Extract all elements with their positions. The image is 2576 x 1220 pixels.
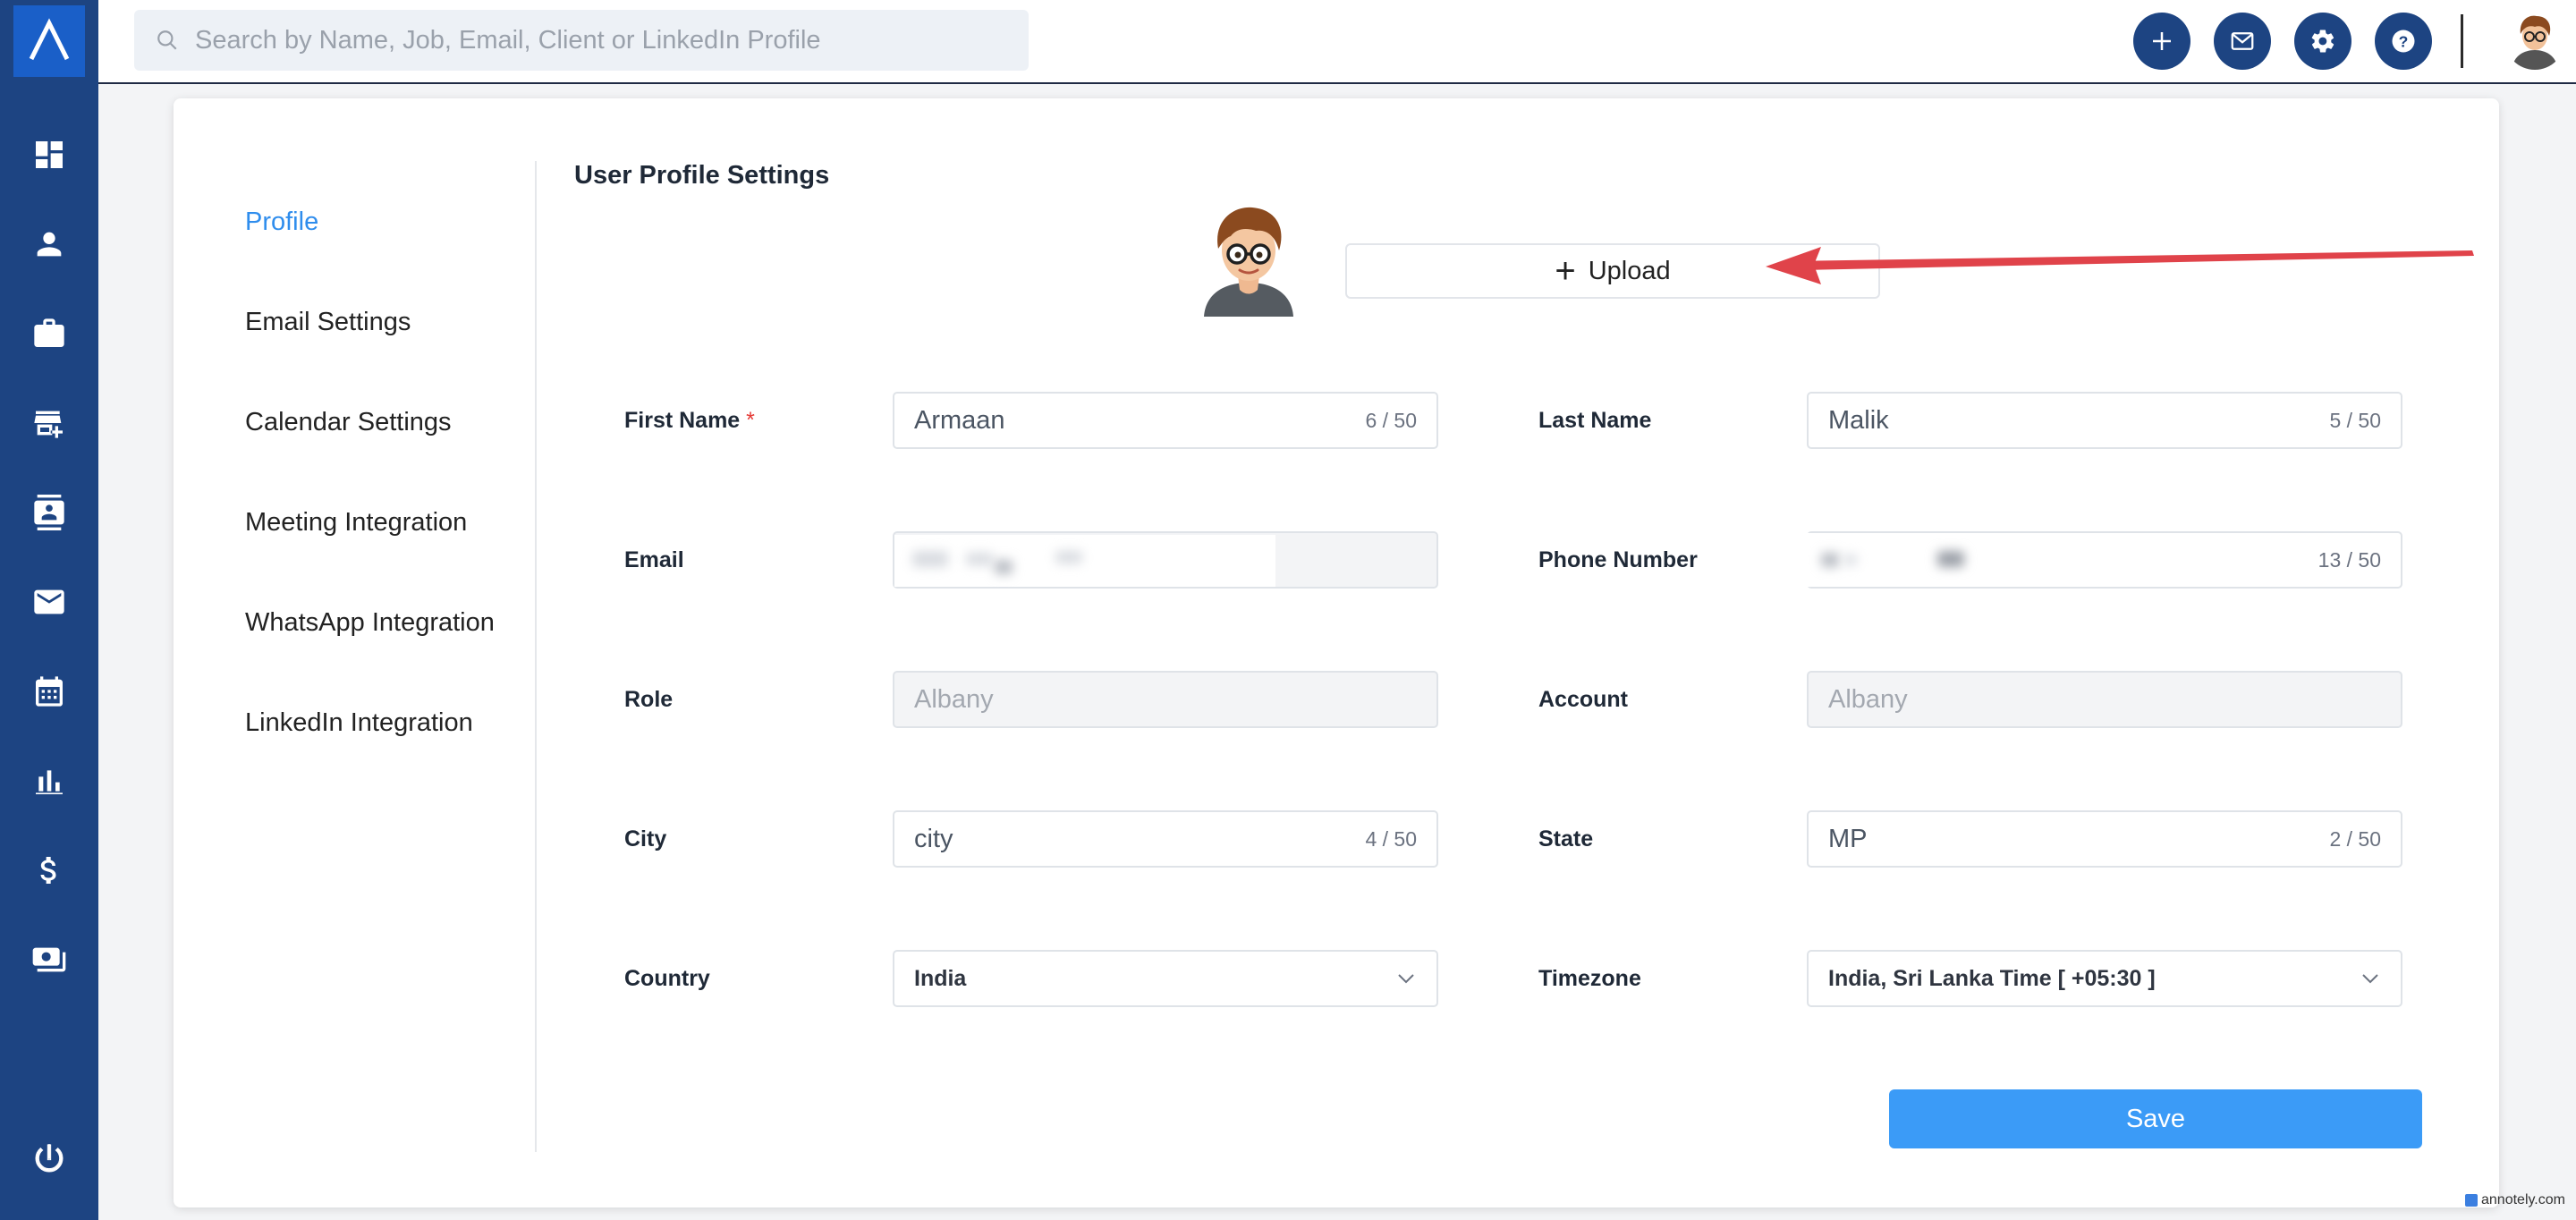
phone-field[interactable]: 13 / 50 [1794, 531, 2402, 589]
state-field[interactable]: MP 2 / 50 [1807, 810, 2402, 868]
gear-icon [2311, 30, 2334, 53]
global-search[interactable] [134, 10, 1029, 71]
city-count: 4 / 50 [1365, 826, 1417, 851]
briefcase-icon[interactable] [27, 311, 72, 356]
timezone-select[interactable]: India, Sri Lanka Time [ +05:30 ] [1807, 950, 2402, 1007]
save-button[interactable]: Save [1889, 1089, 2422, 1148]
city-value: city [914, 824, 953, 853]
mail-icon [2231, 32, 2254, 50]
account-field: Albany [1807, 671, 2402, 728]
payments-icon[interactable] [27, 937, 72, 982]
app-logo-icon[interactable] [13, 5, 85, 77]
country-label: Country [624, 966, 710, 991]
account-value: Albany [1828, 684, 1908, 714]
phone-count: 13 / 50 [2318, 547, 2381, 572]
role-label: Role [624, 687, 674, 712]
menu-item-profile[interactable]: Profile [245, 208, 318, 237]
svg-text:?: ? [2399, 32, 2409, 50]
settings-button[interactable] [2294, 13, 2351, 70]
first-name-label: First Name * [624, 408, 755, 433]
email-field[interactable] [893, 531, 1438, 589]
role-field: Albany [893, 671, 1438, 728]
add-new-button[interactable] [2133, 13, 2190, 70]
analytics-icon[interactable] [27, 758, 72, 803]
last-name-count: 5 / 50 [2329, 408, 2381, 432]
plus-icon [2153, 32, 2171, 50]
search-input[interactable] [195, 25, 1000, 55]
city-field[interactable]: city 4 / 50 [893, 810, 1438, 868]
mail-icon[interactable] [27, 580, 72, 624]
toolbar-divider [2461, 14, 2463, 68]
left-nav-rail [0, 0, 98, 1220]
upload-label: Upload [1588, 256, 1671, 285]
email-label: Email [624, 547, 684, 572]
plus-icon: + [1555, 251, 1576, 291]
account-label: Account [1538, 687, 1628, 712]
chevron-down-icon [1398, 974, 1414, 984]
menu-item-linkedin-integration[interactable]: LinkedIn Integration [245, 708, 473, 738]
help-icon: ? [2392, 30, 2415, 53]
menu-item-whatsapp-integration[interactable]: WhatsApp Integration [245, 608, 495, 638]
phone-label: Phone Number [1538, 547, 1698, 572]
state-label: State [1538, 826, 1594, 851]
first-name-count: 6 / 50 [1365, 408, 1417, 432]
power-icon[interactable] [27, 1136, 72, 1181]
profile-avatar [1200, 204, 1297, 317]
role-value: Albany [914, 684, 994, 714]
help-button[interactable]: ? [2375, 13, 2432, 70]
user-avatar[interactable] [2504, 9, 2565, 70]
top-bar: ? [98, 0, 2576, 84]
dashboard-icon[interactable] [27, 132, 72, 177]
settings-card: Profile Email Settings Calendar Settings… [174, 98, 2499, 1207]
timezone-value: India, Sri Lanka Time [ +05:30 ] [1828, 965, 2156, 991]
state-value: MP [1828, 824, 1868, 853]
calendar-icon[interactable] [27, 669, 72, 714]
page-title: User Profile Settings [574, 161, 830, 190]
country-value: India [914, 965, 967, 991]
search-icon [157, 30, 177, 50]
first-name-value: Armaan [914, 405, 1005, 435]
country-select[interactable]: India [893, 950, 1438, 1007]
city-label: City [624, 826, 667, 851]
last-name-field[interactable]: Malik 5 / 50 [1807, 392, 2402, 449]
required-marker: * [746, 408, 755, 433]
messages-button[interactable] [2214, 13, 2271, 70]
last-name-value: Malik [1828, 405, 1889, 435]
annotely-logo-icon [2465, 1194, 2478, 1207]
dollar-icon[interactable] [27, 848, 72, 893]
menu-item-email-settings[interactable]: Email Settings [245, 308, 411, 337]
watermark: annotely.com [2465, 1192, 2565, 1208]
first-name-field[interactable]: Armaan 6 / 50 [893, 392, 1438, 449]
menu-item-calendar-settings[interactable]: Calendar Settings [245, 408, 452, 437]
state-count: 2 / 50 [2329, 826, 2381, 851]
person-icon[interactable] [27, 222, 72, 267]
menu-divider [535, 161, 537, 1152]
chevron-down-icon [2362, 974, 2378, 984]
add-store-icon[interactable] [27, 401, 72, 445]
timezone-label: Timezone [1538, 966, 1641, 991]
menu-item-meeting-integration[interactable]: Meeting Integration [245, 508, 467, 538]
annotation-arrow [1766, 247, 2474, 284]
contact-card-icon[interactable] [27, 490, 72, 535]
last-name-label: Last Name [1538, 408, 1652, 433]
